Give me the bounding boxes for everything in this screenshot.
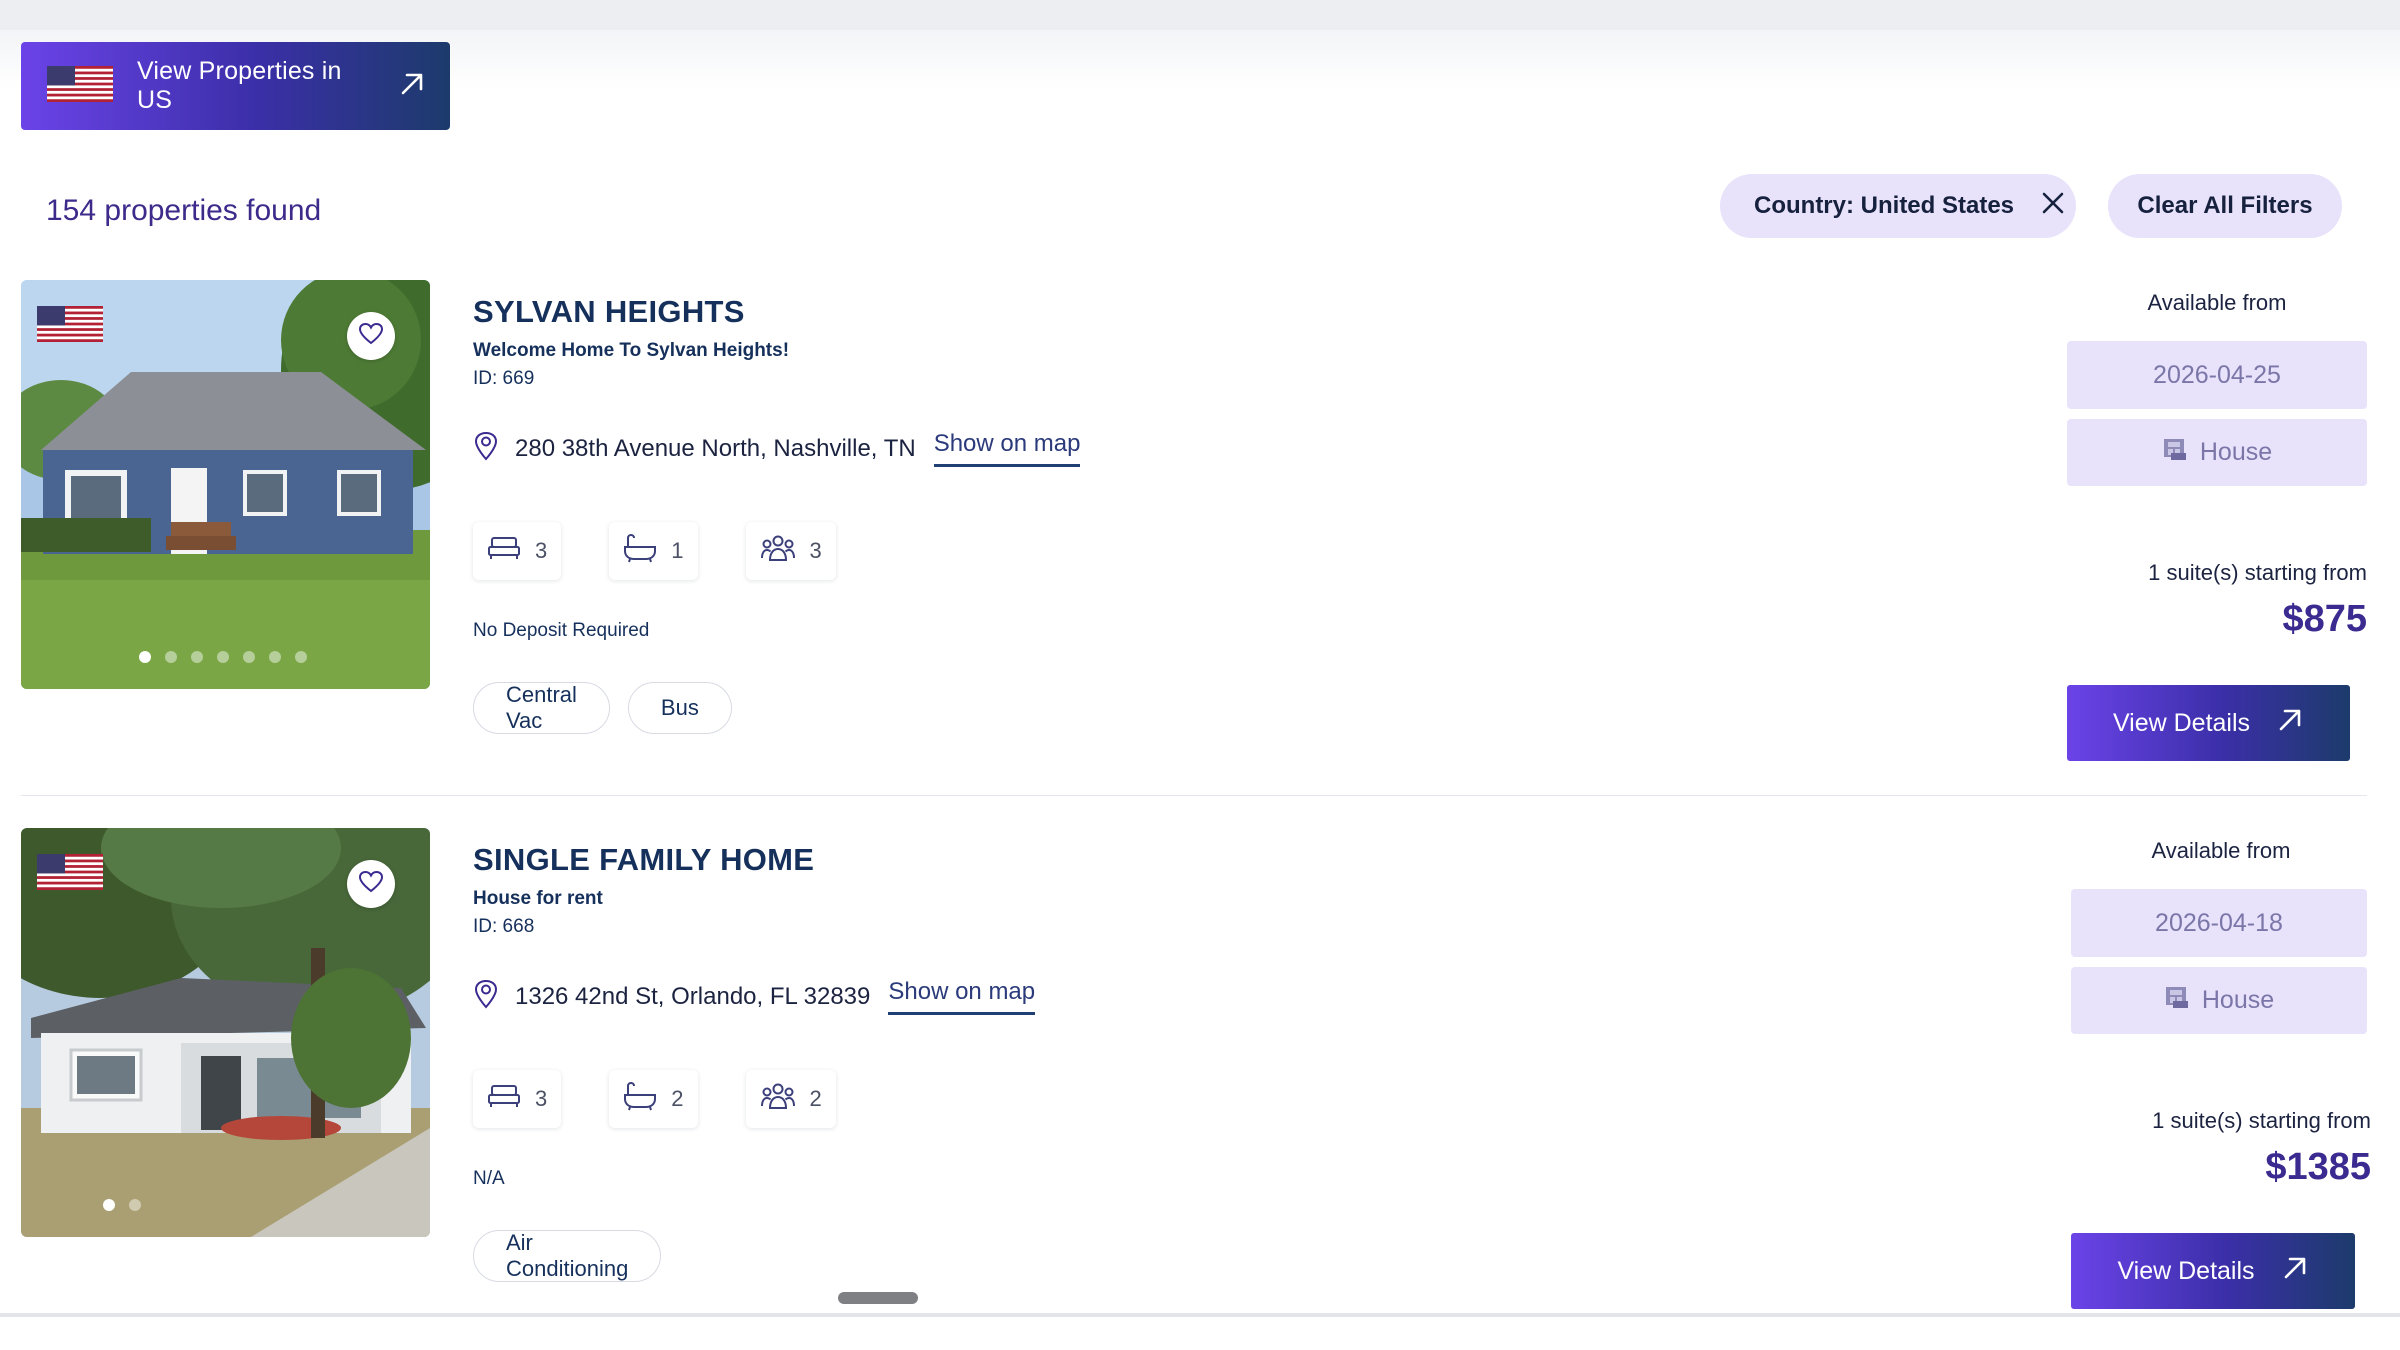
available-date: 2026-04-25	[2067, 341, 2367, 409]
country-filter-chip[interactable]: Country: United States	[1720, 174, 2076, 238]
property-address: 280 38th Avenue North, Nashville, TN	[515, 434, 916, 462]
property-photo[interactable]	[21, 828, 430, 1237]
property-type-badge: House	[2071, 967, 2367, 1034]
clear-all-filters-button[interactable]: Clear All Filters	[2108, 174, 2342, 238]
property-card: SINGLE FAMILY HOME House for rent ID: 66…	[21, 828, 2371, 1350]
photo-carousel-dots	[21, 1199, 430, 1211]
occupants-stat: 3	[745, 522, 836, 580]
carousel-dot[interactable]	[243, 651, 255, 663]
bedrooms-stat: 3	[473, 1070, 562, 1128]
view-details-button[interactable]: View Details	[2071, 1233, 2355, 1309]
us-flag-icon	[37, 854, 103, 895]
available-date: 2026-04-18	[2071, 889, 2367, 957]
property-title[interactable]: SYLVAN HEIGHTS	[473, 294, 745, 330]
property-stats: 3 2 2	[473, 1070, 836, 1128]
country-filter-label: Country: United States	[1754, 192, 2015, 219]
carousel-dot[interactable]	[103, 1199, 115, 1211]
property-title[interactable]: SINGLE FAMILY HOME	[473, 842, 814, 878]
property-address: 1326 42nd St, Orlando, FL 32839	[515, 982, 871, 1010]
carousel-dot[interactable]	[191, 651, 203, 663]
carousel-dot[interactable]	[269, 651, 281, 663]
map-pin-icon	[473, 431, 499, 466]
heart-icon	[358, 322, 384, 351]
bedrooms-count: 3	[535, 538, 548, 563]
arrow-up-right-icon	[2276, 706, 2304, 741]
people-icon	[760, 534, 796, 568]
horizontal-scroll-handle[interactable]	[838, 1292, 918, 1304]
bathrooms-stat: 2	[609, 1070, 698, 1128]
house-icon	[2164, 984, 2190, 1017]
carousel-dot[interactable]	[217, 651, 229, 663]
property-card: SYLVAN HEIGHTS Welcome Home To Sylvan He…	[21, 280, 2367, 796]
amenity-tags: Air Conditioning	[473, 1230, 662, 1282]
available-from-label: Available from	[2147, 290, 2287, 315]
us-flag-icon	[37, 306, 103, 347]
bedrooms-stat: 3	[473, 522, 562, 580]
bathrooms-count: 1	[671, 538, 684, 563]
show-on-map-link[interactable]: Show on map	[933, 430, 1081, 467]
carousel-dot[interactable]	[165, 651, 177, 663]
view-details-button[interactable]: View Details	[2067, 685, 2350, 761]
arrow-up-right-icon	[398, 70, 426, 103]
suites-starting-text: 1 suite(s) starting from	[2148, 560, 2367, 585]
carousel-dot[interactable]	[139, 651, 151, 663]
property-type: House	[2201, 986, 2275, 1014]
bedrooms-count: 3	[535, 1086, 548, 1111]
starting-price: $875	[2282, 598, 2367, 640]
property-stats: 3 1 3	[473, 522, 836, 580]
property-type-badge: House	[2067, 419, 2367, 486]
suites-starting-text: 1 suite(s) starting from	[2152, 1108, 2371, 1133]
bathrooms-stat: 1	[609, 522, 698, 580]
view-details-label: View Details	[2117, 1256, 2255, 1285]
bed-icon	[487, 1083, 521, 1115]
amenity-tag: Central Vac	[473, 682, 610, 734]
arrow-up-right-icon	[2281, 1254, 2309, 1289]
property-subtitle: Welcome Home To Sylvan Heights!	[473, 340, 790, 361]
map-pin-icon	[473, 979, 499, 1014]
property-subtitle: House for rent	[473, 888, 603, 909]
heart-icon	[358, 870, 384, 899]
house-icon	[2162, 436, 2188, 469]
carousel-dot[interactable]	[295, 651, 307, 663]
amenity-tag: Bus	[627, 682, 732, 734]
starting-price: $1385	[2265, 1146, 2371, 1188]
bathtub-icon	[623, 1081, 657, 1117]
favorite-button[interactable]	[347, 312, 395, 360]
property-type: House	[2199, 438, 2273, 466]
close-icon[interactable]	[2040, 190, 2066, 223]
us-flag-icon	[47, 65, 113, 107]
view-details-label: View Details	[2112, 708, 2251, 737]
bathrooms-count: 2	[671, 1086, 684, 1111]
deposit-note: No Deposit Required	[473, 620, 650, 641]
property-address-row: 280 38th Avenue North, Nashville, TN Sho…	[473, 430, 1081, 467]
results-count: 154 properties found	[46, 194, 322, 227]
occupants-stat: 2	[745, 1070, 836, 1128]
card-divider	[21, 795, 2367, 796]
property-id: ID: 668	[473, 916, 535, 937]
favorite-button[interactable]	[347, 860, 395, 908]
bathtub-icon	[623, 533, 657, 569]
amenity-tags: Central Vac Bus	[473, 682, 732, 734]
carousel-dot[interactable]	[129, 1199, 141, 1211]
photo-carousel-dots	[21, 651, 430, 663]
view-properties-us-label: View Properties in US	[137, 57, 342, 114]
bed-icon	[487, 535, 521, 567]
property-photo[interactable]	[21, 280, 430, 689]
viewport-bottom-edge	[0, 1313, 2400, 1317]
available-from-label: Available from	[2151, 838, 2291, 863]
amenity-tag: Air Conditioning	[473, 1230, 662, 1282]
deposit-note: N/A	[473, 1168, 505, 1189]
property-address-row: 1326 42nd St, Orlando, FL 32839 Show on …	[473, 978, 1036, 1015]
show-on-map-link[interactable]: Show on map	[888, 978, 1036, 1015]
people-icon	[760, 1082, 796, 1116]
occupants-count: 3	[809, 538, 822, 563]
browser-top-strip	[0, 0, 2400, 30]
occupants-count: 2	[809, 1086, 822, 1111]
property-id: ID: 669	[473, 368, 535, 389]
view-properties-us-button[interactable]: View Properties in US	[21, 42, 450, 130]
